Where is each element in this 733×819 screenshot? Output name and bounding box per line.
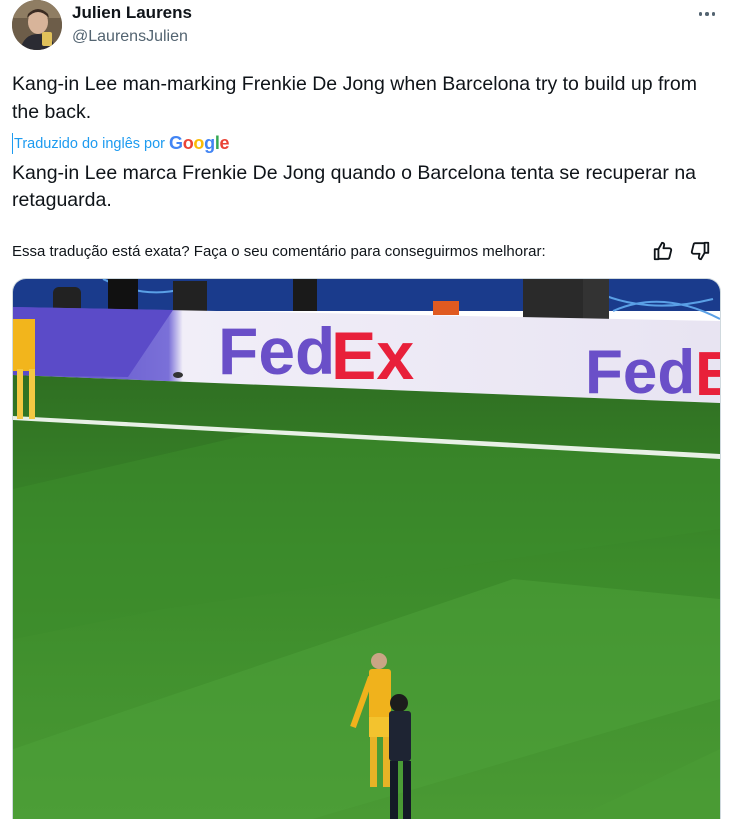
avatar[interactable] — [12, 0, 62, 50]
board-text-ex: Ex — [331, 318, 414, 394]
svg-text:Fed: Fed — [585, 338, 695, 407]
translated-by[interactable]: Traduzido do inglês por Google — [12, 133, 230, 154]
board-text-fed: Fed — [218, 314, 335, 388]
google-logo: Google — [169, 133, 230, 153]
thumbs-down-icon[interactable] — [689, 240, 711, 262]
football-pitch-photo: Fed Ex Fed E — [13, 279, 720, 819]
more-options-icon[interactable] — [695, 4, 719, 24]
translation-feedback-question: Essa tradução está exata? Faça o seu com… — [12, 243, 546, 260]
author-name[interactable]: Julien Laurens — [72, 3, 192, 23]
tweet-media-image[interactable]: Fed Ex Fed E — [12, 278, 721, 819]
tweet-text: Kang-in Lee man-marking Frenkie De Jong … — [12, 73, 698, 123]
author-handle[interactable]: @LaurensJulien — [72, 28, 188, 46]
translated-text: Kang-in Lee marca Frenkie De Jong quando… — [12, 162, 697, 211]
svg-text:E: E — [695, 340, 720, 409]
thumbs-up-icon[interactable] — [652, 240, 674, 262]
avatar-image — [12, 0, 62, 50]
translated-by-label: Traduzido do inglês por — [14, 135, 165, 152]
